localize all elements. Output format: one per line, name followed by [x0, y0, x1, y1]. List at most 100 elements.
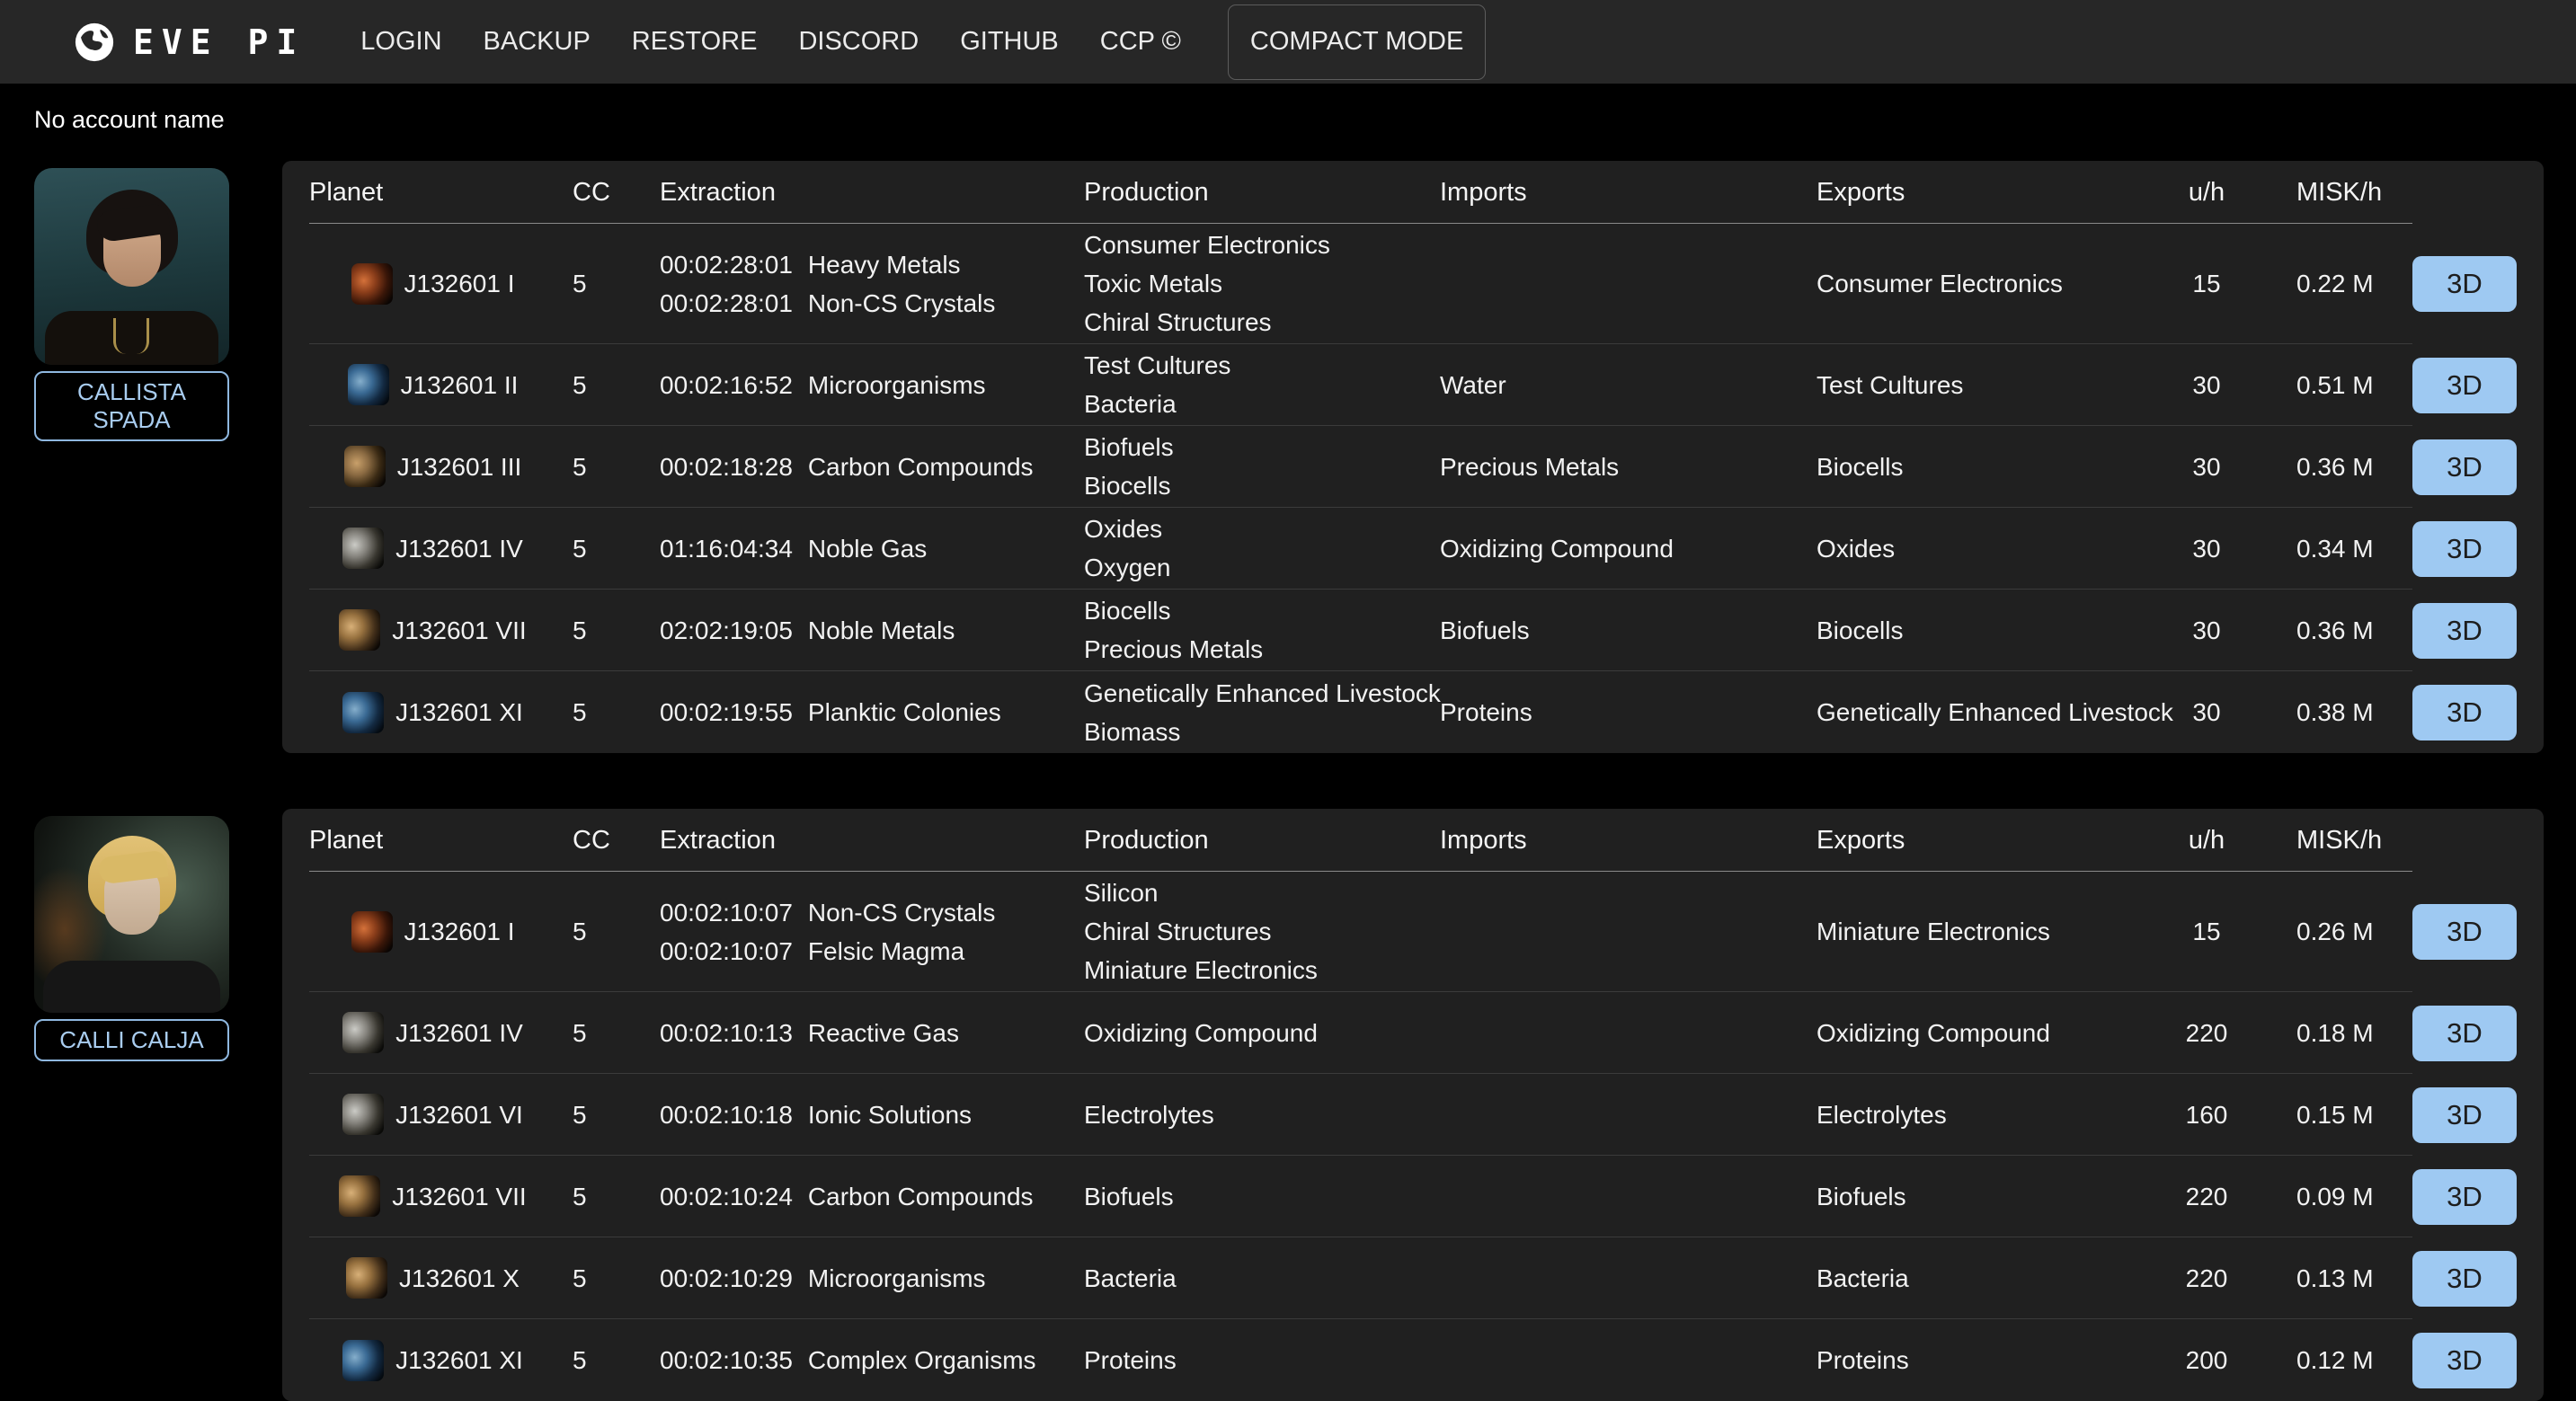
column-header-label: Extraction	[660, 178, 776, 207]
table-header-row: PlanetCCExtractionProductionImportsExpor…	[309, 809, 2544, 872]
column-header-exports: Exports	[1817, 809, 2139, 872]
cc-value: 5	[573, 1341, 587, 1379]
production-cell: Test CulturesBacteria	[1084, 344, 1440, 426]
column-header-label: Imports	[1440, 826, 1527, 855]
exports-cell: Proteins	[1817, 1319, 2139, 1401]
misk-per-hour-cell: 0.38 M	[2274, 671, 2412, 753]
export-item: Consumer Electronics	[1817, 264, 2063, 303]
view-3d-button[interactable]: 3D	[2412, 439, 2517, 495]
view-3d-button[interactable]: 3D	[2412, 685, 2517, 740]
extraction-resource: Reactive Gas	[808, 1014, 959, 1052]
extraction-line: 01:16:04:34Noble Gas	[660, 529, 927, 568]
misk-per-hour-value: 0.26 M	[2296, 912, 2374, 951]
view-3d-button[interactable]: 3D	[2412, 358, 2517, 413]
view-3d-cell: 3D	[2412, 426, 2544, 508]
column-header-cc: CC	[573, 161, 660, 224]
character-name-button[interactable]: CALLI CALJA	[34, 1019, 229, 1061]
planet-cell: J132601 IV	[309, 508, 573, 590]
view-3d-button[interactable]: 3D	[2412, 603, 2517, 659]
extraction-line: 00:02:19:55Planktic Colonies	[660, 693, 1001, 732]
units-per-hour-cell: 30	[2139, 671, 2274, 753]
character-portrait[interactable]	[34, 816, 229, 1013]
table-header-row: PlanetCCExtractionProductionImportsExpor…	[309, 161, 2544, 224]
table-row: J132601 VII500:02:10:24Carbon CompoundsB…	[309, 1156, 2544, 1237]
character-portrait[interactable]	[34, 168, 229, 365]
compact-mode-button[interactable]: COMPACT MODE	[1228, 4, 1486, 80]
cc-value: 5	[573, 611, 587, 650]
extraction-line: 00:02:10:18Ionic Solutions	[660, 1095, 972, 1134]
production-cell: Biofuels	[1084, 1156, 1440, 1237]
cc-value: 5	[573, 448, 587, 486]
extraction-line: 00:02:10:07Non-CS Crystals	[660, 893, 995, 932]
nav-restore[interactable]: RESTORE	[632, 27, 758, 57]
exports-cell: Biofuels	[1817, 1156, 2139, 1237]
view-3d-cell: 3D	[2412, 1237, 2544, 1319]
planet-icon	[342, 528, 384, 569]
view-3d-cell: 3D	[2412, 1319, 2544, 1401]
planet-cell: J132601 XI	[309, 1319, 573, 1401]
export-item: Electrolytes	[1817, 1095, 1947, 1134]
character-section: CALLISTA SPADA Planet CCExtraction Producti…	[34, 161, 2544, 753]
exports-cell: Biocells	[1817, 426, 2139, 508]
production-item: Miniature Electronics	[1084, 951, 1318, 989]
cc-cell: 5	[573, 1156, 660, 1237]
imports-cell: Precious Metals	[1440, 426, 1817, 508]
production-item: Test Cultures	[1084, 346, 1230, 385]
planet-name: J132601 VII	[392, 611, 526, 650]
view-3d-button[interactable]: 3D	[2412, 521, 2517, 577]
imports-cell	[1440, 1074, 1817, 1156]
extraction-cell: 00:02:19:55Planktic Colonies	[660, 671, 1084, 753]
column-header-label: Production	[1084, 178, 1209, 207]
exports-cell: Oxidizing Compound	[1817, 992, 2139, 1074]
export-item: Bacteria	[1817, 1259, 1909, 1298]
view-3d-button[interactable]: 3D	[2412, 1169, 2517, 1225]
character-name-button[interactable]: CALLISTA SPADA	[34, 371, 229, 441]
cc-value: 5	[573, 912, 587, 951]
view-3d-button[interactable]: 3D	[2412, 1087, 2517, 1143]
column-header-label: Production	[1084, 826, 1209, 855]
extraction-timer: 02:02:19:05	[660, 611, 793, 650]
misk-per-hour-cell: 0.13 M	[2274, 1237, 2412, 1319]
cc-value: 5	[573, 693, 587, 732]
nav-discord[interactable]: DISCORD	[798, 27, 919, 57]
column-header-label: Planet	[309, 178, 383, 207]
planet-name: J132601 XI	[395, 1341, 523, 1379]
planet-cell: J132601 II	[309, 344, 573, 426]
planet-cell: J132601 VI	[309, 1074, 573, 1156]
extraction-timer: 01:16:04:34	[660, 529, 793, 568]
table-row: J132601 VII502:02:19:05Noble MetalsBioce…	[309, 590, 2544, 671]
extraction-line: 00:02:10:07Felsic Magma	[660, 932, 964, 971]
cc-value: 5	[573, 366, 587, 404]
view-3d-button[interactable]: 3D	[2412, 256, 2517, 312]
view-3d-cell: 3D	[2412, 872, 2544, 992]
planet-icon	[339, 609, 380, 651]
view-3d-button[interactable]: 3D	[2412, 1251, 2517, 1307]
nav-github[interactable]: GITHUB	[960, 27, 1059, 57]
column-header-label: Extraction	[660, 826, 776, 855]
export-item: Oxidizing Compound	[1817, 1014, 2050, 1052]
column-header-label: Exports	[1817, 178, 1905, 207]
import-item: Water	[1440, 366, 1506, 404]
nav-backup[interactable]: BACKUP	[484, 27, 591, 57]
planet-name: J132601 VI	[395, 1095, 523, 1134]
planet-icon	[346, 1257, 387, 1299]
extraction-line: 00:02:18:28Carbon Compounds	[660, 448, 1034, 486]
extraction-cell: 00:02:10:18Ionic Solutions	[660, 1074, 1084, 1156]
misk-per-hour-value: 0.15 M	[2296, 1095, 2374, 1134]
cc-cell: 5	[573, 508, 660, 590]
cc-cell: 5	[573, 1237, 660, 1319]
extraction-timer: 00:02:16:52	[660, 366, 793, 404]
extraction-cell: 00:02:10:29Microorganisms	[660, 1237, 1084, 1319]
column-header-production: Production	[1084, 161, 1440, 224]
nav-login[interactable]: LOGIN	[360, 27, 441, 57]
view-3d-cell: 3D	[2412, 590, 2544, 671]
extraction-timer: 00:02:10:13	[660, 1014, 793, 1052]
view-3d-button[interactable]: 3D	[2412, 904, 2517, 960]
misk-per-hour-value: 0.22 M	[2296, 264, 2374, 303]
column-header-3d	[2412, 161, 2544, 224]
view-3d-button[interactable]: 3D	[2412, 1006, 2517, 1061]
nav-ccp[interactable]: CCP ©	[1100, 27, 1181, 57]
view-3d-button[interactable]: 3D	[2412, 1333, 2517, 1388]
units-per-hour-cell: 30	[2139, 426, 2274, 508]
units-per-hour-value: 220	[2186, 1014, 2228, 1052]
